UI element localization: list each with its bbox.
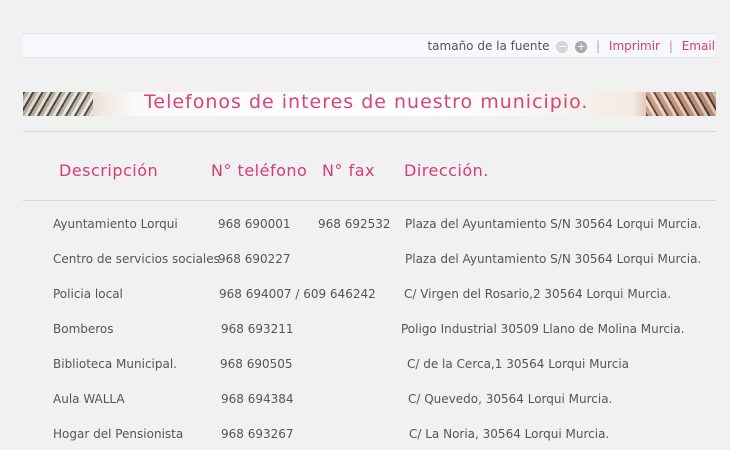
separator: | <box>596 39 601 53</box>
email-link[interactable]: Email <box>682 39 715 53</box>
cell-phone: 968 693211 <box>221 322 294 336</box>
cell-address: C/ de la Cerca,1 30564 Lorqui Murcia <box>407 357 630 371</box>
article-toolbar: tamaño de la fuente − + | Imprimir | Ema… <box>23 33 715 58</box>
header-fax: N° fax <box>322 161 375 180</box>
header-phone: N° teléfono <box>211 161 308 180</box>
font-increase-icon[interactable]: + <box>575 40 588 53</box>
font-size-label: tamaño de la fuente <box>427 39 550 53</box>
cell-description: Bomberos <box>53 322 114 336</box>
header-address: Dirección. <box>404 161 489 180</box>
cell-phone: 968 690505 <box>220 357 293 371</box>
cell-address: Plaza del Ayuntamiento S/N 30564 Lorqui … <box>405 252 702 266</box>
cell-fax: 968 692532 <box>318 217 391 231</box>
cell-description: Aula WALLA <box>53 392 125 406</box>
cell-phone: 968 694384 <box>221 392 294 406</box>
cell-address: C/ Quevedo, 30564 Lorqui Murcia. <box>408 392 613 406</box>
cell-address: C/ La Noria, 30564 Lorqui Murcia. <box>409 427 610 441</box>
cell-description: Centro de servicios sociales <box>53 252 220 266</box>
cell-description: Biblioteca Municipal. <box>53 357 177 371</box>
cell-description: Ayuntamiento Lorqui <box>53 217 178 231</box>
cell-phone: 968 690227 <box>218 252 291 266</box>
header-description: Descripción <box>59 161 159 180</box>
cell-description: Hogar del Pensionista <box>53 427 184 441</box>
banner-image-left <box>23 92 93 116</box>
cell-address: C/ Virgen del Rosario,2 30564 Lorqui Mur… <box>404 287 672 301</box>
cell-phone: 968 690001 <box>218 217 291 231</box>
print-link[interactable]: Imprimir <box>609 39 660 53</box>
cell-address: Plaza del Ayuntamiento S/N 30564 Lorqui … <box>405 217 702 231</box>
font-decrease-icon[interactable]: − <box>556 40 569 53</box>
page-title: Telefonos de interes de nuestro municipi… <box>144 92 589 113</box>
divider <box>23 131 716 132</box>
banner-image-right <box>646 92 716 116</box>
divider <box>23 200 716 201</box>
cell-address: Poligo Industrial 30509 Llano de Molina … <box>401 322 685 336</box>
cell-description: Policia local <box>53 287 123 301</box>
cell-phone: 968 694007 / 609 646242 <box>219 287 376 301</box>
separator: | <box>668 39 673 53</box>
header-banner: Telefonos de interes de nuestro municipi… <box>23 92 716 116</box>
cell-phone: 968 693267 <box>221 427 294 441</box>
